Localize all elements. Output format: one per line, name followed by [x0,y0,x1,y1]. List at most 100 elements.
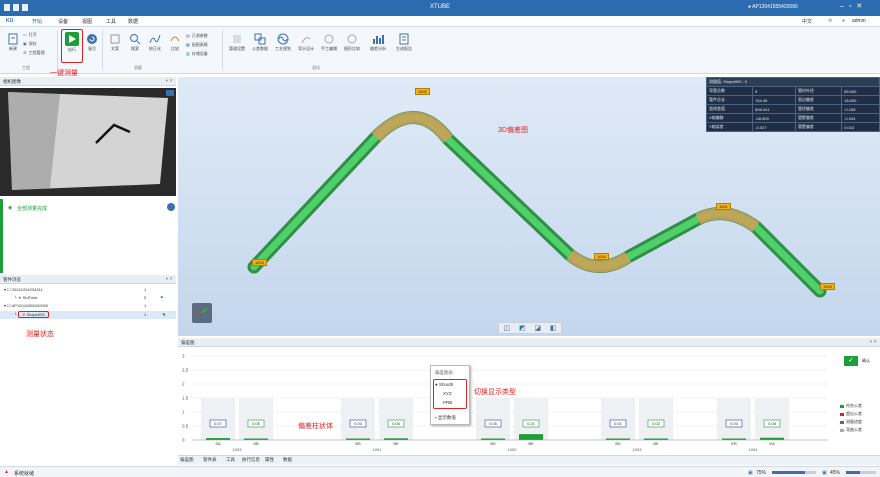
camera-icon[interactable] [166,90,174,96]
bend-tag[interactable]: 1003 [820,283,835,290]
calibrate-button[interactable]: 校正化 [144,31,166,63]
tree-node-stdtube[interactable]: └ ★ StdTube [14,295,38,300]
tab-exec-info[interactable]: 执行信息 [242,457,260,463]
segment-label: BS [615,441,621,446]
menu-start[interactable]: 开始 [32,18,42,25]
bend-design-button[interactable]: 弯头设计 [295,31,317,63]
tab-tools[interactable]: 工具 [226,457,235,463]
edit-button-1[interactable]: 文案 [104,31,126,63]
new-project-button[interactable]: 新建 [2,31,24,63]
panel-controls-2[interactable]: ▾ ✕ [166,276,173,282]
panel-controls-3[interactable]: ▾ ✕ [870,339,877,345]
confirm-label[interactable]: 确认 [862,358,870,364]
view-iso-icon[interactable]: ◧ [550,324,557,332]
chart-panel-header: 偏差图 ▾ ✕ [178,338,880,347]
value-label: 0.05 [252,421,261,426]
view-top-icon[interactable]: ◪ [534,324,541,332]
flag-icon: ⚑ [160,295,164,300]
context-item-shouth[interactable]: ● Shouth [435,382,453,387]
segment-label: SB [253,441,259,446]
reset-icon [87,34,97,44]
run-measure-button[interactable]: 执行 [61,29,83,63]
bend-tag[interactable]: 1004 [594,253,609,260]
y-tick-label: 2.5 [182,368,189,373]
group-label: 1002 [508,447,518,452]
context-item-xyz[interactable]: XYZ [443,391,452,396]
measured-params-button[interactable]: ▤ 已测参数 [186,32,208,39]
search-icon [130,34,141,45]
settings-icon[interactable]: ⚙ [828,18,832,24]
compare-button[interactable]: 比较 [164,31,186,63]
graph-compare-button[interactable]: 图形比较 [341,31,363,63]
y-tick-label: 1 [182,410,185,415]
bend-tag[interactable]: 1004 [252,259,267,266]
language-selector[interactable]: 中文 [802,18,812,25]
text-icon [110,34,120,44]
deviation-bar [206,438,230,440]
title-bar: XTUBE ● AP12041555420090 ‒▫✕ [0,0,880,16]
memory-level: 45% [830,470,841,476]
group-label: 1003 [233,447,243,452]
search-button[interactable]: 搜索 [124,31,146,63]
value-label: 0.03 [730,421,739,426]
info-icon[interactable] [167,203,175,211]
menu-tools[interactable]: 工具 [106,18,116,25]
tab-data[interactable]: 数据 [283,457,292,463]
tree-node-project[interactable]: ▾ ☐ 20241204234311 [4,287,43,292]
tab-deviation[interactable]: 偏差图 [180,457,194,463]
app-menu-button[interactable]: KU [6,18,13,24]
deviation-chart: 3 2.5 2 1.5 1 0.5 0 0.07 SA 0.05 SB 1003 0.03 BS 0.06 B… [178,348,880,455]
table-button[interactable]: ▦ 画图表格 [186,41,208,48]
tab-properties[interactable]: 属性 [265,457,274,463]
value-label: 0.02 [652,421,661,426]
check-icon: ◉ [8,205,13,211]
tolerance-button[interactable]: 公差数据 [249,31,271,63]
menu-view[interactable]: 视图 [82,18,92,25]
segment-label: SA [215,441,221,446]
project-manager-button[interactable]: ☰ 工程管理 [23,49,45,56]
group-label: 1001 [373,447,383,452]
context-menu-title: 偏差图表 [435,370,453,375]
progress-bar [772,471,816,474]
view-side-icon[interactable]: ◩ [519,324,526,332]
deviation-bar [519,434,543,440]
deviation-band [601,398,635,440]
y-tick-label: 0 [182,438,185,443]
deviation-band [639,398,673,440]
context-item-show-values[interactable]: ▪ 显示数值 [435,415,456,421]
tab-tube-table[interactable]: 管件表 [203,457,217,463]
view-toolbar: ◫ ◩ ◪ ◧ [498,322,562,334]
tube-settings-button[interactable]: 管道设置 [226,31,248,63]
bend-tag[interactable]: 1001 [716,203,731,210]
value-label: 0.06 [392,421,401,426]
confirm-check-icon[interactable]: ✓ [844,356,858,366]
value-label: 0.07 [214,421,223,426]
deviation-band [514,398,548,440]
context-item-prb[interactable]: PRB [443,400,452,405]
save-button[interactable]: ▣ 保存 [23,40,37,47]
menu-device[interactable]: 设备 [58,18,68,25]
menu-data[interactable]: 数据 [128,18,138,25]
open-button[interactable]: ▭ 打开 [23,31,37,38]
folder-icon: ▭ [23,32,27,37]
status-bar: ▲ 系统就绪 ▣ 75% ▣ 45% [0,466,880,477]
process-plan-button[interactable]: 工艺规划 [272,31,294,63]
storage-button[interactable]: ▥ 存储设备 [186,50,208,57]
tree-node-shape[interactable]: └ ⊘ Shape000 [14,311,49,318]
reset-button[interactable]: 复位 [81,31,103,63]
manual-edit-button[interactable]: 手工编辑 [318,31,340,63]
group-label: 1003 [633,447,643,452]
cpu-icon: ▣ [748,470,753,476]
axis-gizmo[interactable] [192,303,212,323]
y-tick-label: 1.5 [182,396,189,401]
segment-label: ER [731,441,737,446]
tree-node-device[interactable]: ▾ ☐ AP12041555420090 [4,303,48,308]
view-front-icon[interactable]: ◫ [503,324,510,332]
bend-tag[interactable]: 1002 [415,88,430,95]
deviation-analysis-button[interactable]: 偏差分析 [367,31,389,63]
axis-icon [196,307,208,321]
window-controls[interactable]: ‒▫✕ [840,2,867,10]
deviation-band [717,398,751,440]
panel-controls[interactable]: ▾ ✕ [166,78,173,84]
report-button[interactable]: 生成报告 [393,31,415,63]
